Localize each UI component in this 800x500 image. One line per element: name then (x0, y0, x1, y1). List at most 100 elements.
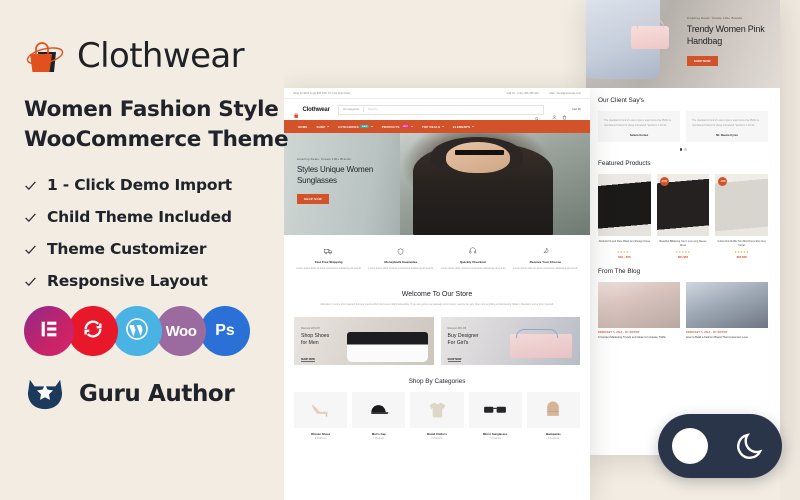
sunglasses-icon (455, 150, 505, 155)
testimonial-author: Mr. Reema Cyrus (716, 134, 738, 137)
promo-title: Shop Shoes for Men (301, 333, 329, 347)
category-card[interactable]: Mirror Sunglasses 7 Products (468, 391, 522, 441)
search-icon[interactable] (535, 108, 539, 121)
service-title: Quickly Checkout (460, 260, 487, 264)
cart-label[interactable]: Cart (0) (572, 108, 581, 111)
blog-card[interactable]: FEBRUARY 5, 2024 – BY EDITOR How to Buil… (686, 282, 768, 341)
promo-card-designer[interactable]: Discount 20% Off Buy Designer For Girl's… (440, 316, 580, 365)
product-image: -15% (715, 173, 769, 236)
category-count: 7 Products (489, 437, 501, 441)
category-card[interactable]: Men's Cap 1 Products (352, 391, 406, 440)
nav-item-top-deals[interactable]: TOP DEALS (422, 125, 444, 129)
banner-title-line1: Trendy Women Pink (686, 23, 765, 34)
promo-left-column: Clothwear Women Fashion Style WooCommerc… (0, 0, 290, 500)
hero-title-line2: Sunglasses (297, 175, 337, 185)
handbag-image (510, 328, 572, 359)
nav-item-shop[interactable]: SHOP (316, 125, 329, 129)
category-card[interactable]: Backpacks 2 Products (526, 391, 581, 441)
chevron-down-icon (370, 126, 373, 127)
featured-products-section: Featured Products Abstract Fit and Flare… (586, 151, 780, 259)
product-rating: ★★★★☆ (616, 249, 632, 254)
nav-item-products[interactable]: PRODUCTS HOT (381, 124, 414, 129)
category-select[interactable]: All Categories (343, 108, 360, 111)
banner-eyebrow: Amazing Deals. Create 100+ Brands. (686, 15, 744, 20)
cart-icon[interactable] (562, 107, 567, 120)
truck-icon (294, 246, 363, 256)
woocommerce-badge: Woo (156, 306, 206, 357)
product-image (598, 173, 651, 236)
nav-item-home[interactable]: HOME (298, 125, 307, 129)
category-card[interactable]: Brand Clothe's 3 Products (410, 391, 464, 441)
nav-label: PRODUCTS (381, 124, 400, 129)
handbag-icon (24, 36, 68, 76)
banner-title-line2: Handbag (686, 35, 723, 46)
banner-title: Trendy Women Pink Handbag (687, 24, 776, 48)
color-mode-toggle[interactable] (658, 414, 782, 478)
nav-label: CATEGORIES (337, 124, 359, 129)
author-name: Guru Author (79, 381, 235, 408)
tagline-line2: WooCommerce Theme (24, 126, 289, 152)
product-image: -15% (656, 173, 710, 236)
blog-meta: FEBRUARY 5, 2024 – BY EDITOR (686, 332, 728, 334)
carousel-dot-active[interactable] (679, 148, 682, 151)
feature-list: 1 - Click Demo Import Child Theme Includ… (24, 176, 290, 290)
feature-item: 1 - Click Demo Import (24, 176, 290, 194)
moon-icon[interactable] (735, 429, 769, 463)
hero-text: Amazing Deals. Create 100+ Brands. Style… (297, 157, 444, 205)
categories-list: Women Shoes 4 Products Men's Cap 1 Produ… (294, 391, 581, 441)
category-card[interactable]: Women Shoes 4 Products (294, 391, 348, 440)
handbag-icon (293, 106, 300, 119)
refresh-icon (82, 318, 104, 345)
product-card[interactable]: -15% Cotton Eris Ruffle Trim Mini Dress … (715, 173, 769, 259)
banner-shop-now-button[interactable]: SHOP NOW (686, 55, 718, 66)
carousel-dot[interactable] (684, 148, 687, 151)
blog-post-title[interactable]: How to Build a Fashion Brand That Custom… (686, 336, 768, 341)
category-count: 2 Products (547, 437, 560, 441)
product-card[interactable]: Abstract Fit and Flare Black And Design … (598, 173, 651, 259)
promo-shop-now-link[interactable]: SHOP NOW (447, 358, 462, 363)
category-name: Women Shoes (310, 431, 331, 436)
nav-item-categories[interactable]: CATEGORIES NEW (338, 125, 373, 129)
chevron-down-icon (471, 126, 474, 127)
check-icon (24, 179, 37, 192)
chevron-down-icon (411, 126, 414, 127)
promo-cards: Discount 20% Off Shop Shoes for Men SHOP… (284, 308, 590, 365)
blog-card[interactable]: FEBRUARY 5, 2024 – BY EDITOR 9 Content M… (598, 282, 680, 341)
search-bar[interactable]: All Categories Search... (337, 104, 544, 121)
tagline-line1: Women Fashion Style (24, 97, 279, 122)
topbar-contact: Call Us : (+91) 456 789 100 Mail : demo@… (507, 92, 581, 95)
nav-item-elements[interactable]: ELEMENTS (453, 125, 474, 129)
service-title: Receive Your Choose (529, 260, 562, 264)
feature-label: Responsive Layout (47, 272, 208, 291)
category-name: Mirror Sunglasses (483, 431, 508, 436)
hero-shop-now-button[interactable]: SHOP NOW (297, 193, 329, 204)
topbar-email[interactable]: Mail : demo@example.com (550, 92, 581, 95)
site-navigation: HOME SHOP CATEGORIES NEW PRODUCTS HOT TOP … (284, 120, 590, 133)
categories-title: Shop By Categories (408, 377, 466, 385)
search-input[interactable]: Search... (368, 108, 531, 111)
service-item: Moneyback Guarantee Lorem ipsum dolor si… (366, 246, 435, 271)
tech-badges: Woo Ps (24, 306, 290, 357)
right-banner: Amazing Deals. Create 100+ Brands. Trend… (586, 0, 780, 88)
shoes-image (347, 332, 428, 362)
hero-title: Styles Unique Women Sunglasses (297, 165, 444, 187)
product-rating: ★★★★★ (734, 249, 750, 254)
testimonial-author: Selena Gomez (629, 134, 649, 137)
promo-text: Discount 20% Off Buy Designer For Girl's… (447, 326, 479, 365)
user-icon[interactable] (552, 107, 557, 120)
product-card[interactable]: -15% Beautiful Billabong Your Love Long … (656, 173, 710, 259)
chevron-down-icon (326, 126, 329, 127)
promo-card-shoes[interactable]: Discount 20% Off Shop Shoes for Men SHOP… (294, 316, 434, 365)
promo-title-line1: Buy Designer (447, 332, 479, 339)
chevron-down-icon (441, 126, 444, 127)
cap-icon (352, 391, 406, 428)
sun-icon[interactable] (671, 428, 708, 464)
promo-eyebrow: Discount 20% Off (447, 326, 467, 330)
category-count: 3 Products (431, 437, 443, 441)
product-name: Abstract Fit and Flare Black And Design … (598, 239, 651, 243)
site-logo[interactable]: Clothwear (293, 106, 330, 119)
topbar-phone[interactable]: Call Us : (+91) 456 789 100 (507, 92, 539, 95)
promo-shop-now-link[interactable]: SHOP NOW (301, 358, 315, 363)
blog-post-title[interactable]: 9 Content Marketing Trends and Ideas to … (598, 336, 680, 341)
hero-title-line1: Styles Unique Women (297, 165, 374, 174)
